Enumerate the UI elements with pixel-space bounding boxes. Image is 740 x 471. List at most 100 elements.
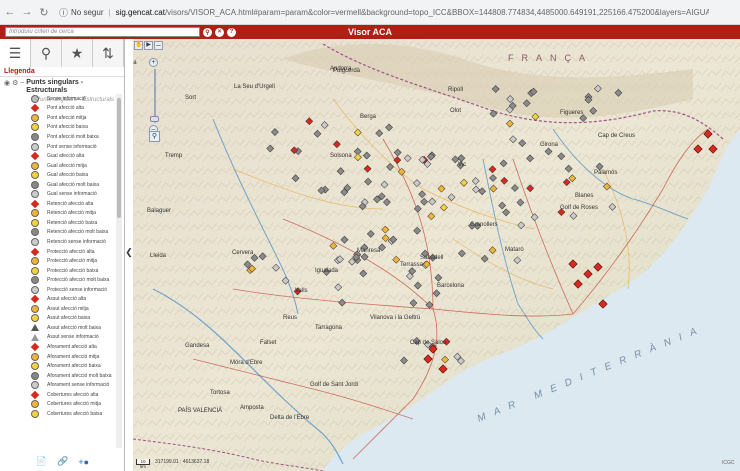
map-place-label: Olot: [450, 108, 462, 114]
legend-item-label: Protecció sense informació: [47, 286, 108, 293]
tab-favorites[interactable]: ★: [62, 39, 93, 67]
tab-search[interactable]: ⚲: [31, 39, 62, 67]
info-icon[interactable]: ⓘ: [59, 6, 68, 19]
map-place-label: Palamós: [594, 170, 618, 176]
back-icon[interactable]: ←: [3, 5, 17, 19]
legend-item: Aforament sense informació: [0, 380, 117, 390]
legend-symbol-icon: [30, 390, 40, 399]
map-place-label: Tarragona: [315, 325, 343, 331]
zoom-slider[interactable]: [154, 69, 156, 123]
legend-item-label: Protecció afecció mitja: [47, 258, 98, 265]
reload-icon[interactable]: ↻: [37, 5, 51, 19]
map-place-label: Terrassa: [400, 262, 424, 268]
map-place-label: Balaguer: [147, 208, 172, 214]
zoom-box-icon[interactable]: ⚲: [149, 131, 160, 142]
legend-item: Pont sense informació: [0, 142, 117, 152]
legend-item: Aforament afecció molt baixa: [0, 371, 117, 381]
legend-item: Gual afecció alta: [0, 151, 117, 161]
zoom-in-button[interactable]: +: [149, 58, 158, 67]
legend-item-label: Gual sense informació: [47, 191, 97, 198]
pan-icon[interactable]: ✋: [134, 41, 143, 50]
coordinates-readout: 317199.01 : 4613637.18: [155, 458, 210, 465]
address-bar[interactable]: ⓘ No segur | sig.gencat.cat /visors/VISO…: [59, 6, 709, 19]
map-place-label: Igualada: [315, 268, 339, 274]
settings-icon[interactable]: ⚙: [12, 79, 18, 87]
eye-icon[interactable]: ◉: [4, 79, 10, 87]
legend-symbol-icon: [30, 247, 40, 256]
legend-symbol-icon: [31, 113, 39, 122]
legend-symbol-icon: [30, 104, 40, 113]
map-place-label: Ripoll: [448, 87, 464, 93]
legend-item-label: Retenció afecció alta: [47, 200, 94, 207]
map-place-label: Sort: [185, 95, 197, 101]
legend-item: Retenció afecció mitja: [0, 209, 117, 219]
legend-item: Assut afecció baixa: [0, 314, 117, 324]
sidebar-footer: 📄 🔗 +●: [0, 452, 125, 471]
legend-item-label: Protecció afecció baixa: [47, 267, 99, 274]
map-place-label: Vic: [458, 162, 467, 168]
zoom-slider-handle[interactable]: [150, 116, 159, 122]
legend-symbol-icon: [31, 132, 39, 141]
collapse-minus-icon[interactable]: –: [20, 79, 24, 86]
map-place-label: Sabadell: [420, 255, 444, 261]
url-path: /visors/VISOR_ACA.html#param=param&color…: [164, 7, 709, 17]
legend-symbol-icon: [31, 209, 39, 218]
legend-symbol-icon: [31, 314, 39, 323]
measure-icon[interactable]: ⚊: [154, 41, 163, 50]
magnifier-icon: ⚲: [40, 44, 52, 61]
legend-symbol-icon: [31, 304, 39, 313]
legend-item: Protecció afecció alta: [0, 247, 117, 257]
search-icon[interactable]: ⚲: [203, 27, 212, 37]
legend-symbol-icon: [31, 276, 39, 285]
map-place-label: Gandesa: [185, 343, 210, 349]
legend-symbol-icon: [31, 218, 39, 227]
legend-item: Gual sense informació: [0, 189, 117, 199]
legend-title: Llegenda: [0, 67, 124, 77]
scale-label: 10 km: [136, 458, 150, 469]
search-input[interactable]: Introduïu criteri de cerca: [5, 27, 200, 37]
legend-item: Pont afecció baixa: [0, 123, 117, 133]
link-icon[interactable]: 🔗: [57, 456, 68, 467]
legend-item-label: Cobertures afecció baixa: [47, 410, 103, 417]
legend-symbol-icon: [30, 295, 40, 304]
scrollbar-thumb[interactable]: [117, 98, 121, 218]
legend-item-label: Assut afecció baixa: [47, 315, 91, 322]
legend-item: Pont afecció alta: [0, 104, 117, 114]
legend-item: Cobertures afecció alta: [0, 390, 117, 400]
legend-item-label: Aforament afecció baixa: [47, 363, 101, 370]
legend-item: Retenció sense informació: [0, 237, 117, 247]
map-place-label: Berga: [360, 114, 377, 120]
legend-scrollbar[interactable]: [116, 94, 122, 448]
legend-item: Assut sense informació: [0, 333, 117, 343]
map-place-label: Mataró: [505, 247, 524, 253]
select-icon[interactable]: ▶: [144, 41, 153, 50]
legend-item-label: Protecció afecció molt baixa: [47, 277, 110, 284]
map-place-label: Girona: [540, 142, 559, 148]
legend-symbol-icon: [30, 151, 40, 161]
map-canvas[interactable]: FRANÇA MAR MEDITERRÀNIA Barcelona Tarrago…: [133, 39, 740, 471]
map-place-label: Valls: [295, 288, 308, 294]
close-icon[interactable]: ×: [215, 27, 224, 37]
map-place-label: La Seu d'Urgell: [234, 84, 275, 90]
legend-item: Aforament afecció baixa: [0, 361, 117, 371]
legend-symbol-icon: [31, 381, 39, 390]
map-place-label: Barcelona: [437, 283, 465, 289]
map-place-label: Cervera: [232, 250, 254, 256]
legend-symbol-icon: [31, 362, 39, 371]
country-label: FRANÇA: [508, 53, 594, 63]
map-place-label: Móra d'Ebre: [230, 360, 263, 366]
tab-legend[interactable]: ☰: [0, 39, 31, 67]
forward-icon[interactable]: →: [20, 5, 34, 19]
legend-item: Assut afecció molt baixa: [0, 323, 117, 333]
collapse-sidebar-icon[interactable]: ❮: [125, 245, 133, 259]
legend-symbol-icon: [31, 94, 39, 103]
legend-item-label: Assut sense informació: [47, 334, 99, 341]
legend-item-label: Pont afecció molt baixa: [47, 133, 99, 140]
document-icon[interactable]: 📄: [36, 456, 47, 467]
legend-symbol-icon: [31, 142, 39, 151]
map-place-label: Lleida: [150, 253, 167, 259]
legend-item-label: Retenció afecció molt baixa: [47, 229, 109, 236]
help-icon[interactable]: ?: [227, 27, 236, 37]
add-layer-icon[interactable]: +●: [78, 457, 89, 467]
tab-routes[interactable]: ⇅: [93, 39, 124, 67]
